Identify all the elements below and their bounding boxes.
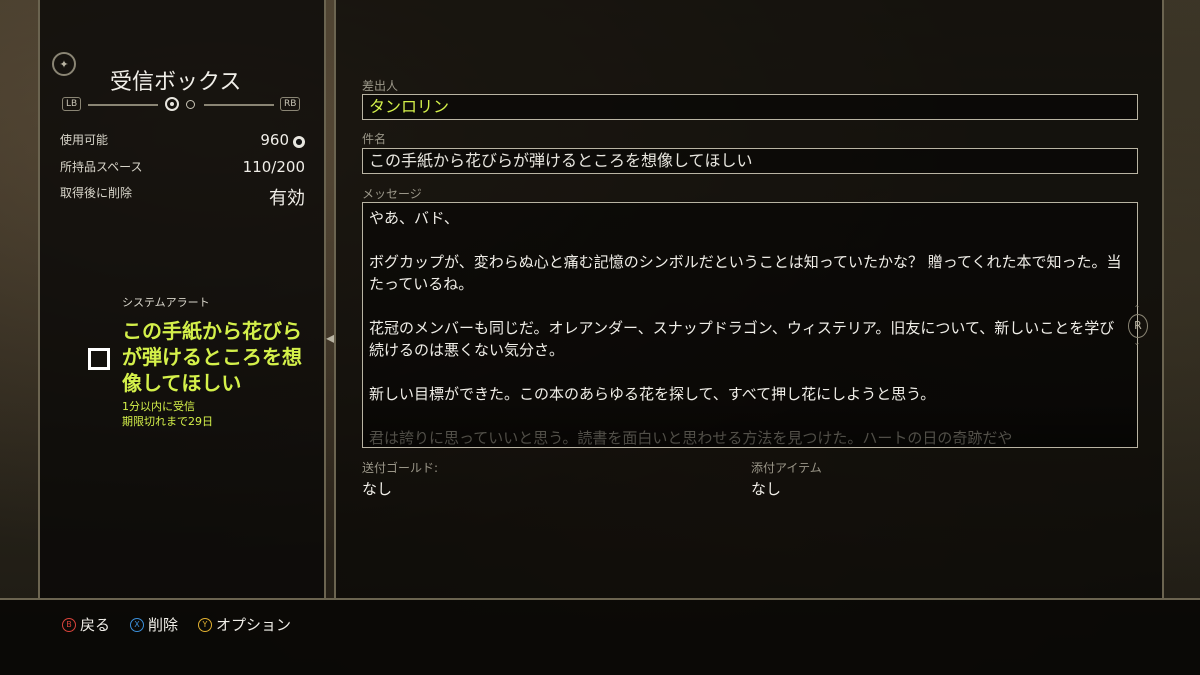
options-label: オプション bbox=[216, 616, 292, 634]
delete-label: 削除 bbox=[148, 616, 179, 634]
stat-label: 取得後に削除 bbox=[60, 186, 133, 200]
rb-bumper-icon[interactable]: RB bbox=[280, 97, 301, 111]
alert-category-label: システムアラート bbox=[122, 296, 210, 309]
mail-received-time: 1分以内に受信 bbox=[122, 400, 195, 413]
page-switcher[interactable]: LB RB bbox=[62, 97, 337, 111]
page-dot-active[interactable] bbox=[165, 97, 179, 111]
gold-coin-icon: ● bbox=[293, 135, 305, 148]
message-paragraph: 新しい目標ができた。この本のあらゆる花を探して、すべて押し花にしようと思う。 bbox=[369, 385, 936, 403]
stat-value: 960 bbox=[260, 131, 289, 149]
options-button[interactable]: Y オプション bbox=[198, 614, 291, 635]
scroll-down-icon: ⌄ bbox=[1133, 338, 1141, 347]
divider-line-right bbox=[204, 104, 274, 106]
gold-value: なし bbox=[362, 480, 393, 498]
mail-list-item-title[interactable]: この手紙から花びらが弾けるところを想像してほしい bbox=[122, 318, 312, 396]
items-value: なし bbox=[751, 480, 782, 498]
stat-delete-after-take: 取得後に削除 有効 bbox=[60, 184, 305, 209]
stat-value: 110/200 bbox=[242, 158, 305, 176]
message-paragraph: ボグカップが、変わらぬ心と痛む記憶のシンボルだということは知っていたかな？ 贈っ… bbox=[369, 253, 1122, 293]
items-label: 添付アイテム bbox=[751, 461, 822, 475]
message-paragraph: 花冠のメンバーも同じだ。オレアンダー、スナップドラゴン、ウィステリア。旧友につい… bbox=[369, 319, 1115, 359]
b-button-icon: B bbox=[62, 617, 76, 632]
subject-label: 件名 bbox=[362, 132, 387, 146]
message-label: メッセージ bbox=[362, 187, 422, 201]
back-label: 戻る bbox=[80, 616, 111, 634]
message-body[interactable]: やあ、バド、 ボグカップが、変わらぬ心と痛む記憶のシンボルだということは知ってい… bbox=[362, 202, 1138, 448]
mail-select-checkbox[interactable] bbox=[88, 348, 110, 370]
stat-available-gold: 使用可能 960 ● bbox=[60, 131, 305, 153]
x-button-icon: X bbox=[130, 617, 144, 632]
guild-emblem-icon: ✦ bbox=[52, 52, 76, 76]
message-paragraph: 君は誇りに思っていいと思う。読書を面白いと思わせる方法を見つけた。ハートの日の奇… bbox=[369, 429, 1013, 447]
stat-label: 使用可能 bbox=[60, 133, 109, 147]
stat-inventory-space: 所持品スペース 110/200 bbox=[60, 158, 305, 180]
message-paragraph: やあ、バド、 bbox=[369, 209, 459, 227]
lb-bumper-icon[interactable]: LB bbox=[62, 97, 82, 111]
right-stick-scroll-icon[interactable]: R bbox=[1128, 314, 1148, 338]
page-dot[interactable] bbox=[186, 100, 195, 109]
delete-button[interactable]: X 削除 bbox=[130, 614, 178, 635]
stat-value: 有効 bbox=[269, 188, 305, 209]
mail-expiry: 期限切れまで29日 bbox=[122, 415, 213, 428]
back-button[interactable]: B 戻る bbox=[62, 614, 110, 635]
scroll-up-icon: ⌃ bbox=[1133, 304, 1141, 313]
subject-field: この手紙から花びらが弾けるところを想像してほしい bbox=[362, 148, 1138, 174]
stat-label: 所持品スペース bbox=[60, 160, 143, 174]
panel-title: 受信ボックス bbox=[110, 70, 242, 95]
gold-label: 送付ゴールド: bbox=[362, 461, 439, 475]
y-button-icon: Y bbox=[198, 617, 212, 632]
sender-label: 差出人 bbox=[362, 79, 399, 93]
button-hint-bar bbox=[0, 598, 1200, 675]
sender-field: タンロリン bbox=[362, 94, 1138, 120]
divider-line-left bbox=[88, 104, 158, 106]
